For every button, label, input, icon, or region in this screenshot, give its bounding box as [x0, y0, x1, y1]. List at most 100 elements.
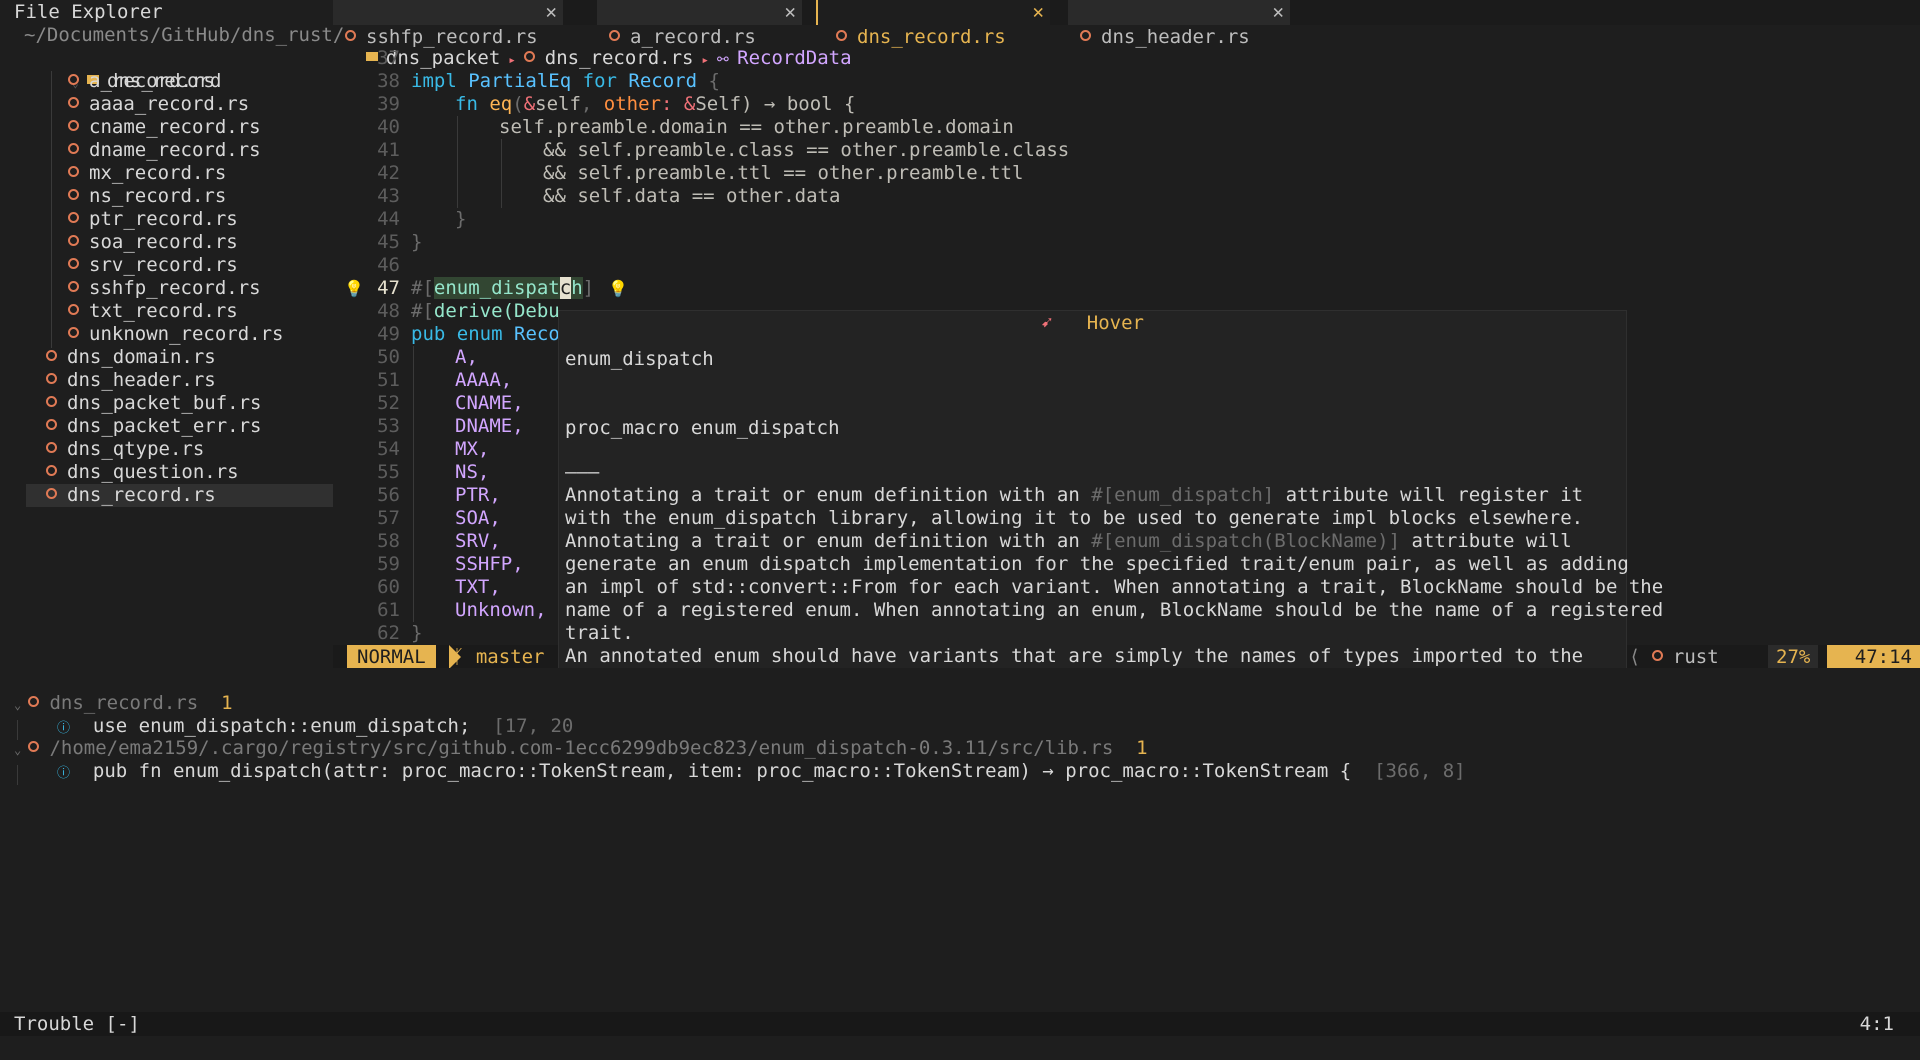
tree-file[interactable]: txt_record.rs: [68, 300, 238, 323]
chevron-down-icon: ⌄: [14, 743, 29, 757]
hover-title-bar: ➹ Hover: [1041, 312, 1144, 334]
line-number: 53: [377, 415, 400, 437]
rust-file-icon: [46, 396, 57, 407]
pin-icon: ➹: [1041, 312, 1053, 334]
rust-file-icon: [28, 741, 40, 752]
filetype: ⟨ rust: [1629, 646, 1719, 668]
line-number: 40: [377, 116, 400, 138]
tree-file[interactable]: mx_record.rs: [68, 162, 226, 185]
enum-variant: SRV,: [455, 530, 501, 552]
trouble-group-1[interactable]: ⌄ dns_record.rs 1: [14, 692, 233, 715]
code-line-41: && self.preamble.class == other.preamble…: [543, 139, 1070, 161]
rust-file-icon: [46, 442, 57, 453]
hover-signature: proc_macro enum_dispatch: [565, 417, 840, 439]
trouble-count: 1: [1136, 737, 1148, 759]
tree-file[interactable]: dns_qtype.rs: [46, 438, 204, 461]
line-number: 49: [377, 323, 400, 345]
indent-guide: [51, 71, 52, 348]
line-number: 57: [377, 507, 400, 529]
line-number: 44: [377, 208, 400, 230]
command-line[interactable]: [0, 1036, 1920, 1060]
indent-guide: [413, 346, 414, 622]
tab-dns-header[interactable]: dns_header.rs ✕: [1068, 0, 1290, 48]
file-explorer: File Explorer ~/Documents/GitHub/dns_rus…: [0, 0, 344, 668]
tree-file[interactable]: dname_record.rs: [68, 139, 261, 162]
rust-file-icon: [68, 97, 79, 108]
tree-file-selected[interactable]: dns_record.rs: [26, 484, 333, 507]
line-number: 46: [377, 254, 400, 276]
rust-file-icon: [46, 373, 57, 384]
tree-file[interactable]: ptr_record.rs: [68, 208, 238, 231]
tree-file[interactable]: aaaa_record.rs: [68, 93, 249, 116]
tree-file[interactable]: unknown_record.rs: [68, 323, 283, 346]
code-line-45: }: [411, 231, 423, 253]
tab-dns-record[interactable]: dns_record.rs ✕: [816, 0, 1050, 48]
rust-file-icon: [46, 419, 57, 430]
hover-doc-line: generate an enum dispatch implementation…: [565, 553, 1629, 575]
line-number: 60: [377, 576, 400, 598]
tree-file[interactable]: soa_record.rs: [68, 231, 238, 254]
cursor-position: 47:14: [1827, 645, 1920, 669]
line-number: 45: [377, 231, 400, 253]
lightbulb-icon[interactable]: 💡: [344, 279, 364, 298]
explorer-root-path[interactable]: ~/Documents/GitHub/dns_rust/: [24, 24, 344, 47]
tree-file[interactable]: dns_packet_buf.rs: [46, 392, 261, 415]
tree-file[interactable]: dns_header.rs: [46, 369, 216, 392]
indent-guide: [457, 116, 458, 208]
tree-file[interactable]: srv_record.rs: [68, 254, 238, 277]
close-icon[interactable]: ✕: [785, 0, 796, 25]
tab-sshfp-record[interactable]: sshfp_record.rs ✕: [333, 0, 563, 48]
code-line-48: #[derive(Debu: [411, 300, 560, 322]
lightbulb-icon[interactable]: 💡: [608, 279, 628, 298]
code-line-49: pub enum Reco: [411, 323, 560, 345]
trouble-item-1[interactable]: ⓘ use enum_dispatch::enum_dispatch; [17,…: [57, 715, 573, 738]
rust-file-icon: [1080, 30, 1091, 41]
tree-file[interactable]: cname_record.rs: [68, 116, 261, 139]
hover-doc-line: Annotating a trait or enum definition wi…: [565, 484, 1584, 506]
rust-file-icon: [46, 465, 57, 476]
line-number: 58: [377, 530, 400, 552]
rust-file-icon: [68, 281, 79, 292]
rust-file-icon: [68, 166, 79, 177]
line-number: 37: [377, 47, 400, 69]
tree-file[interactable]: dns_domain.rs: [46, 346, 216, 369]
trouble-item-2[interactable]: ⓘ pub fn enum_dispatch(attr: proc_macro:…: [57, 760, 1466, 783]
code-line-62: }: [411, 622, 423, 644]
close-icon[interactable]: ✕: [546, 0, 557, 25]
mode-indicator: NORMAL: [347, 645, 436, 669]
line-number: 50: [377, 346, 400, 368]
git-branch[interactable]: ᚴ master: [453, 645, 544, 669]
tab-a-record[interactable]: a_record.rs ✕: [597, 0, 802, 48]
tree-folder-dns-record[interactable]: ⌄ dns_record: [26, 47, 222, 92]
tree-file[interactable]: dns_packet_err.rs: [46, 415, 261, 438]
enum-variant: A,: [455, 346, 478, 368]
indent-guide: [17, 765, 18, 785]
trouble-count: 1: [221, 692, 233, 714]
line-number: 52: [377, 392, 400, 414]
tree-file[interactable]: ns_record.rs: [68, 185, 226, 208]
trouble-group-2[interactable]: ⌄ /home/ema2159/.cargo/registry/src/gith…: [14, 737, 1148, 760]
code-line-40: self.preamble.domain == other.preamble.d…: [499, 116, 1014, 138]
info-icon: ⓘ: [57, 721, 71, 736]
enum-variant: DNAME,: [455, 415, 524, 437]
close-icon[interactable]: ✕: [1273, 0, 1284, 25]
tree-file[interactable]: sshfp_record.rs: [68, 277, 261, 300]
rust-file-icon: [68, 74, 79, 85]
enum-variant: SSHFP,: [455, 553, 524, 575]
rust-file-icon: [68, 235, 79, 246]
rust-file-icon: [68, 189, 79, 200]
line-number: 38: [377, 70, 400, 92]
hover-doc-line: An annotated enum should have variants t…: [565, 645, 1584, 667]
enum-variant: MX,: [455, 438, 490, 460]
line-number: 41: [377, 139, 400, 161]
info-icon: ⓘ: [57, 766, 71, 781]
tree-file[interactable]: a_record.rs: [68, 70, 215, 93]
line-number: 48: [377, 300, 400, 322]
tree-file[interactable]: dns_question.rs: [46, 461, 239, 484]
hover-popup[interactable]: ➹ Hover enum_dispatch proc_macro enum_di…: [558, 310, 1663, 726]
trouble-status-bar: Trouble [-] 4:1: [0, 1012, 1920, 1036]
hover-doc-line: an impl of std::convert::From for each v…: [565, 576, 1664, 598]
close-icon[interactable]: ✕: [1033, 0, 1044, 25]
line-number: 62: [377, 622, 400, 644]
chevron-down-icon: ⌄: [14, 698, 29, 712]
